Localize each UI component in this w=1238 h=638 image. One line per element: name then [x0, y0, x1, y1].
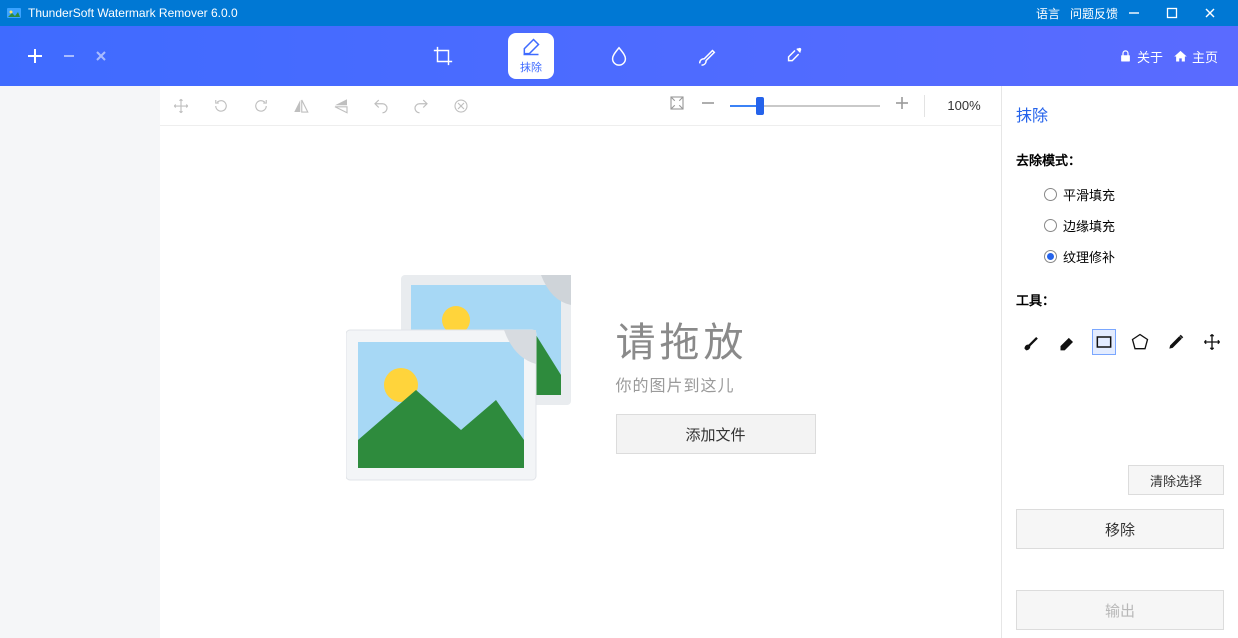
- zoom-in-button[interactable]: [894, 95, 910, 116]
- move-icon[interactable]: [172, 97, 190, 115]
- main-area: 100%: [160, 86, 1002, 638]
- output-button[interactable]: 输出: [1016, 590, 1224, 630]
- secondary-toolbar: 100%: [160, 86, 1001, 126]
- side-panel: 抹除 去除模式： 平滑填充 边缘填充 纹理修补 工具：: [1002, 86, 1238, 638]
- mode-section-label: 去除模式：: [1016, 150, 1224, 169]
- tool-move-icon[interactable]: [1200, 329, 1224, 355]
- close-tab-button[interactable]: [94, 49, 108, 63]
- tool-crop[interactable]: [420, 33, 466, 79]
- zoom-label: 100%: [939, 98, 989, 113]
- canvas-dropzone[interactable]: 请拖放 你的图片到这儿 添加文件: [160, 126, 1001, 638]
- mode-texture-radio[interactable]: 纹理修补: [1044, 247, 1224, 266]
- tool-erase[interactable]: 抹除: [508, 33, 554, 79]
- dropzone-image-icon: [346, 275, 586, 490]
- tools-section-label: 工具：: [1016, 290, 1224, 309]
- tool-pen-icon[interactable]: [1164, 329, 1188, 355]
- close-button[interactable]: [1204, 7, 1232, 19]
- app-title: ThunderSoft Watermark Remover 6.0.0: [28, 6, 238, 20]
- mode-smooth-radio[interactable]: 平滑填充: [1044, 185, 1224, 204]
- main-header: 抹除 关于 主页: [0, 26, 1238, 86]
- feedback-link[interactable]: 问题反馈: [1070, 5, 1118, 22]
- tool-polygon-select-icon[interactable]: [1128, 329, 1152, 355]
- tool-rectangle-select-icon[interactable]: [1092, 329, 1116, 355]
- add-file-button[interactable]: 添加文件: [616, 414, 816, 454]
- remove-button[interactable]: 移除: [1016, 509, 1224, 549]
- about-link[interactable]: 关于: [1118, 47, 1163, 66]
- prev-tab-button[interactable]: [62, 49, 76, 63]
- mode-edge-radio[interactable]: 边缘填充: [1044, 216, 1224, 235]
- zoom-slider[interactable]: [730, 99, 880, 113]
- flip-horizontal-icon[interactable]: [292, 97, 310, 115]
- tool-brush-icon[interactable]: [1020, 329, 1044, 355]
- delete-icon[interactable]: [452, 97, 470, 115]
- fit-screen-icon[interactable]: [668, 94, 686, 117]
- redo-icon[interactable]: [412, 97, 430, 115]
- tool-clone[interactable]: [772, 33, 818, 79]
- clear-selection-button[interactable]: 清除选择: [1128, 465, 1224, 495]
- zoom-out-button[interactable]: [700, 95, 716, 116]
- flip-vertical-icon[interactable]: [332, 97, 350, 115]
- left-rail: [0, 86, 160, 638]
- rotate-ccw-icon[interactable]: [212, 97, 230, 115]
- tool-erase-label: 抹除: [520, 59, 542, 75]
- tool-eraser-icon[interactable]: [1056, 329, 1080, 355]
- tool-brush[interactable]: [684, 33, 730, 79]
- maximize-button[interactable]: [1166, 7, 1194, 19]
- undo-icon[interactable]: [372, 97, 390, 115]
- rotate-cw-icon[interactable]: [252, 97, 270, 115]
- add-tab-button[interactable]: [26, 47, 44, 65]
- dropzone-title: 请拖放: [616, 310, 748, 368]
- home-link[interactable]: 主页: [1173, 47, 1218, 66]
- tool-blur[interactable]: [596, 33, 642, 79]
- panel-title: 抹除: [1016, 98, 1224, 126]
- titlebar: ThunderSoft Watermark Remover 6.0.0 语言 问…: [0, 0, 1238, 26]
- dropzone-subtitle: 你的图片到这儿: [616, 372, 735, 396]
- minimize-button[interactable]: [1128, 7, 1156, 19]
- language-menu[interactable]: 语言: [1036, 5, 1060, 22]
- app-logo-icon: [6, 5, 22, 21]
